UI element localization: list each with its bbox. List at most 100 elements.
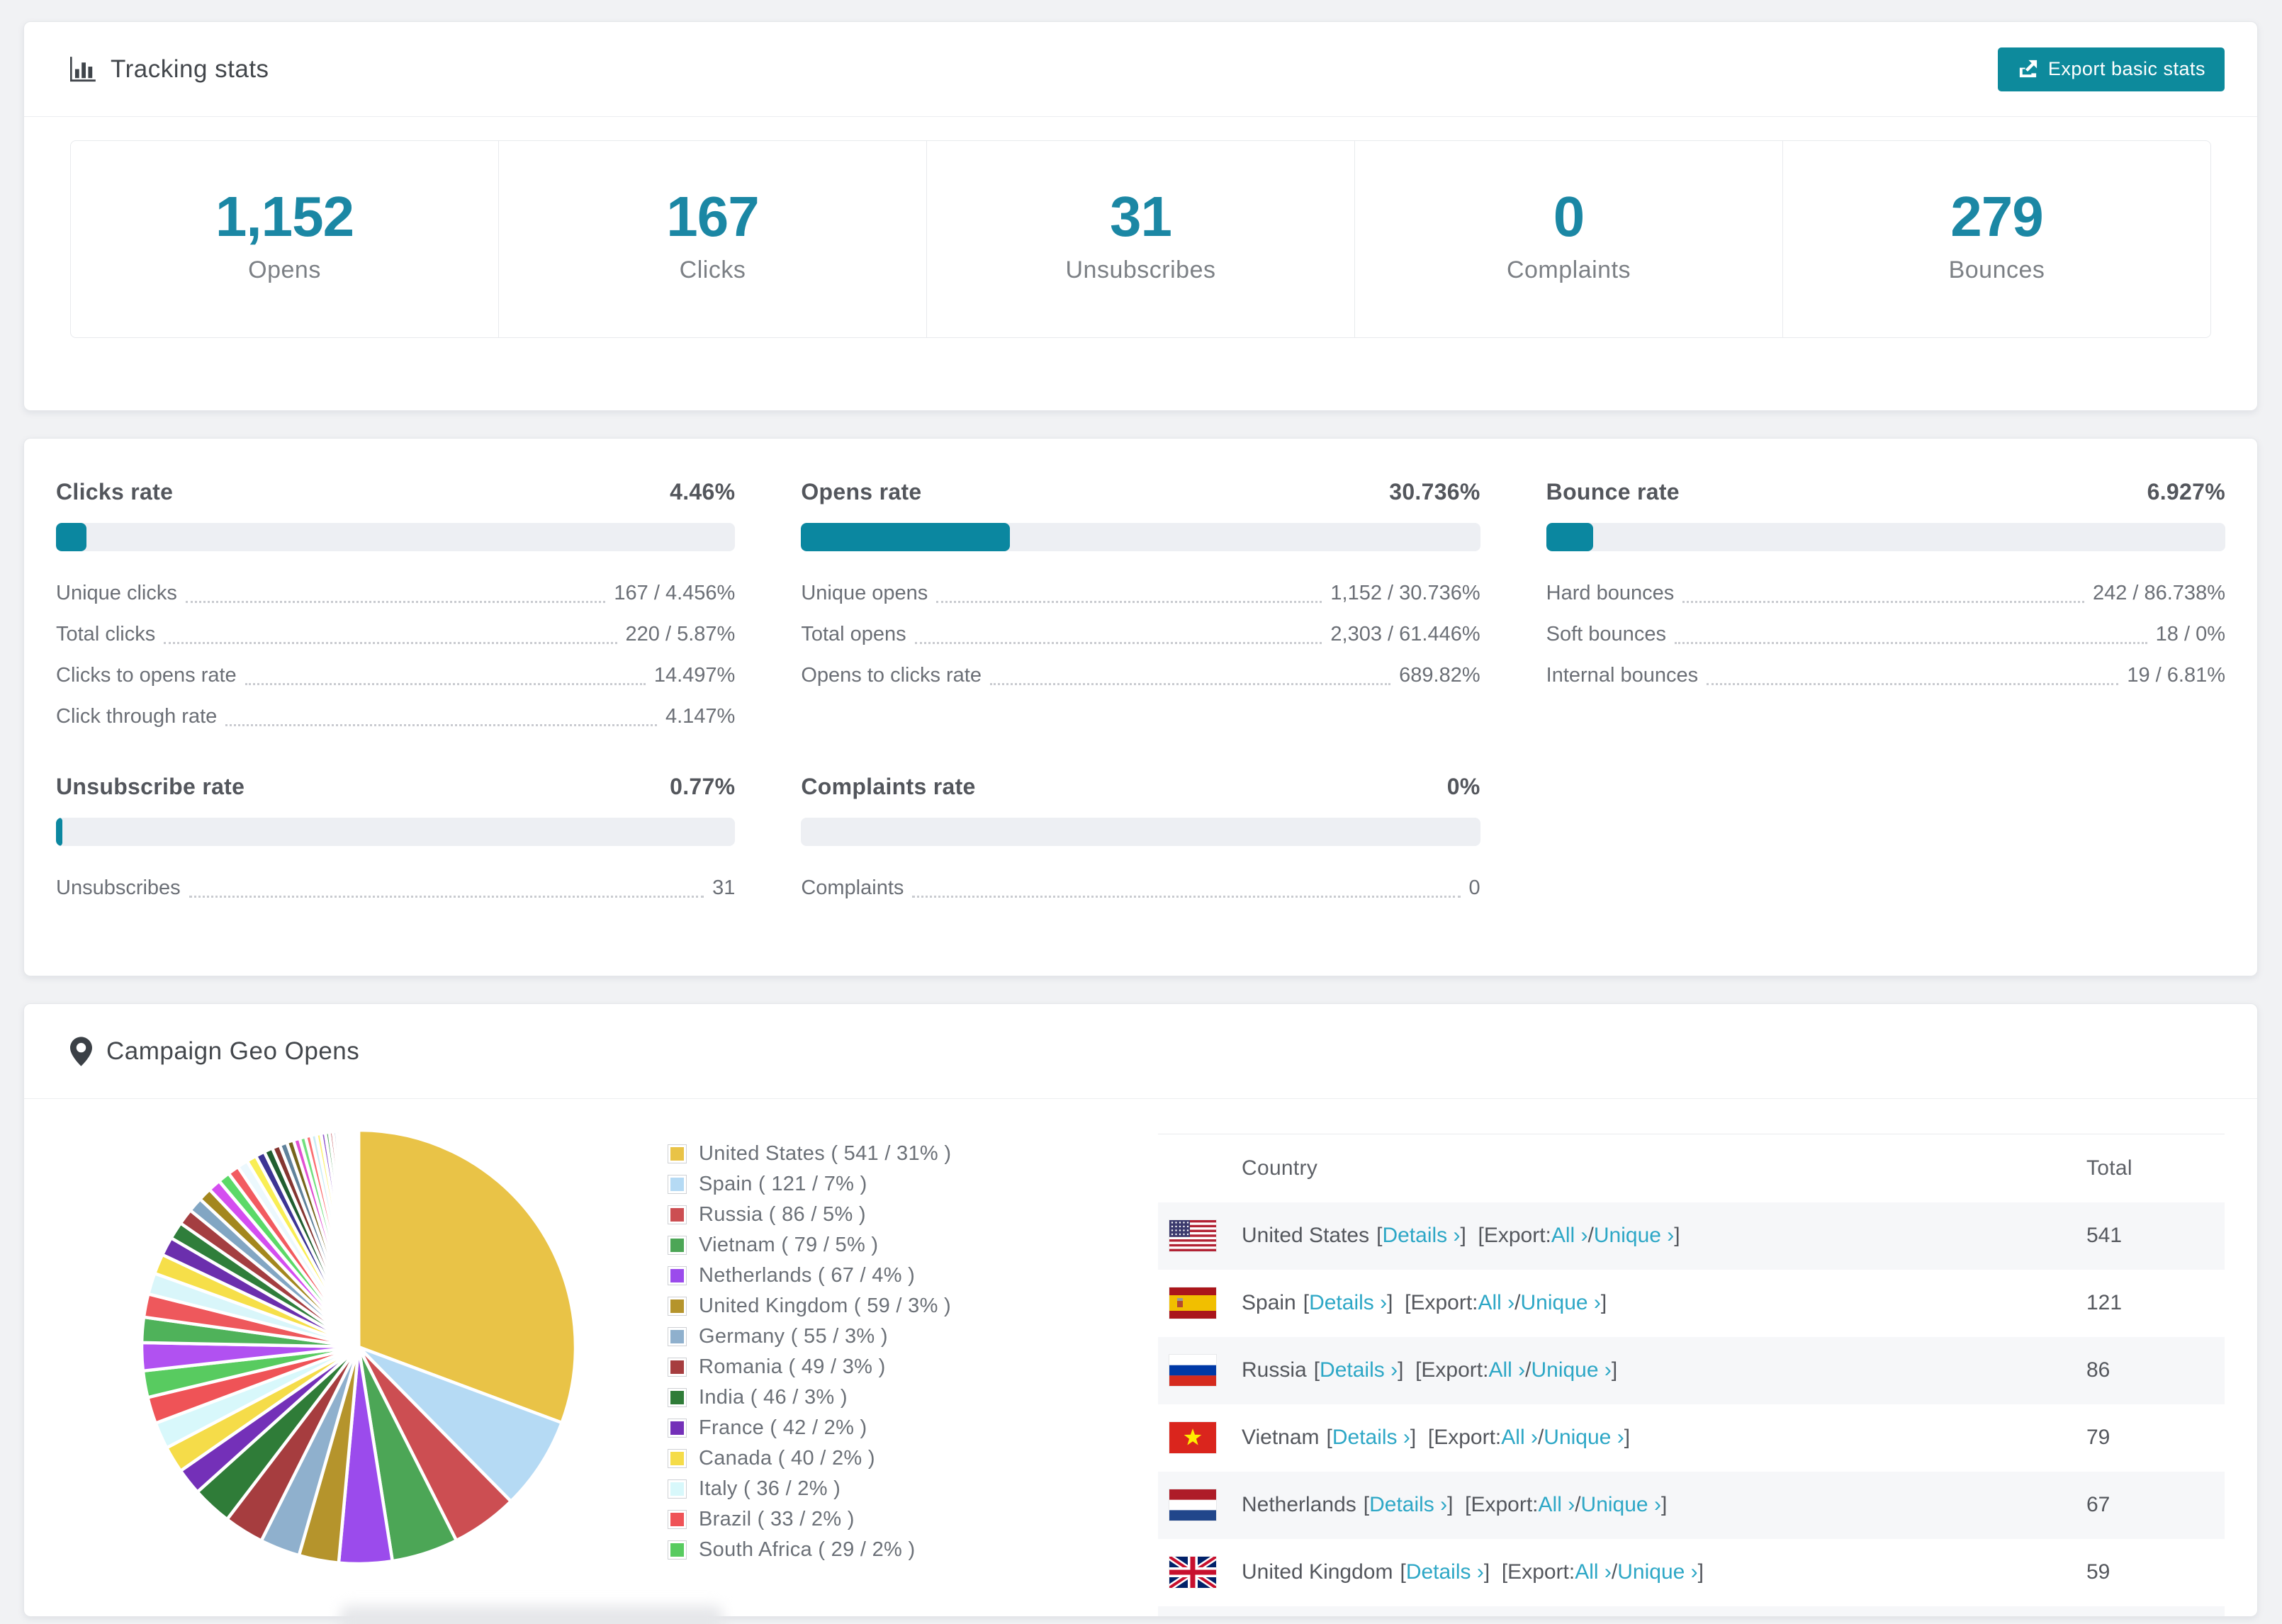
bracket: /	[1575, 1493, 1581, 1516]
dotted-leader	[164, 642, 617, 644]
rate-detail-row: Unique opens 1,152 / 30.736%	[801, 573, 1480, 614]
rate-detail-label: Clicks to opens rate	[56, 664, 237, 687]
bracket: ]	[1611, 1358, 1618, 1382]
rate-detail-label: Unique clicks	[56, 582, 177, 604]
country-flag-us	[1169, 1220, 1216, 1251]
rate-detail-value: 242 / 86.738%	[2092, 582, 2225, 604]
pie-slice[interactable]	[356, 1128, 361, 1348]
rate-detail-row: Clicks to opens rate 14.497%	[56, 655, 735, 696]
rate-detail-label: Unique opens	[801, 582, 928, 604]
bracket: ] [Export:	[1387, 1291, 1478, 1314]
bracket: [	[1376, 1224, 1383, 1247]
total-cell: 67	[2086, 1493, 2110, 1516]
country-cell	[1158, 1606, 2086, 1617]
legend-swatch	[668, 1540, 687, 1560]
export-all-link[interactable]: All ›	[1501, 1426, 1538, 1450]
export-basic-stats-button[interactable]: Export basic stats	[1997, 47, 2225, 91]
export-all-link[interactable]: All ›	[1478, 1291, 1515, 1315]
rate-progress-bar	[1546, 523, 2225, 551]
export-unique-link[interactable]: Unique ›	[1531, 1358, 1611, 1382]
rate-progress-fill	[56, 523, 86, 551]
export-unique-link[interactable]: Unique ›	[1521, 1291, 1601, 1315]
legend-label: India ( 46 / 3% )	[699, 1386, 848, 1409]
rate-title: Unsubscribe rate	[56, 774, 245, 799]
rate-title: Opens rate	[801, 479, 922, 504]
legend-label: Germany ( 55 / 3% )	[699, 1325, 888, 1348]
rate-detail-row: Unsubscribes 31	[56, 867, 735, 908]
bracket: [	[1326, 1426, 1332, 1449]
details-link[interactable]: Details ›	[1332, 1426, 1410, 1450]
export-unique-link[interactable]: Unique ›	[1617, 1560, 1697, 1584]
details-link[interactable]: Details ›	[1406, 1560, 1484, 1584]
export-all-link[interactable]: All ›	[1551, 1224, 1588, 1248]
rate-detail-label: Complaints	[801, 876, 904, 899]
dotted-leader	[185, 601, 606, 603]
legend-swatch	[668, 1419, 687, 1438]
legend-swatch	[668, 1175, 687, 1194]
rate-block-unsubscribe-rate: Unsubscribe rate 0.77% Unsubscribes 31	[56, 772, 736, 908]
legend-item-italy: Italy ( 36 / 2% )	[668, 1474, 951, 1504]
stat-value: 0	[1553, 185, 1585, 248]
geo-pie-chart[interactable]	[139, 1127, 578, 1567]
legend-item-spain: Spain ( 121 / 7% )	[668, 1169, 951, 1200]
export-unique-link[interactable]: Unique ›	[1581, 1493, 1661, 1517]
bracket: ] [Export:	[1483, 1560, 1575, 1584]
bracket: ] [Export:	[1460, 1224, 1551, 1247]
geo-card-title: Campaign Geo Opens	[70, 1036, 359, 1066]
details-link[interactable]: Details ›	[1309, 1291, 1387, 1315]
details-link[interactable]: Details ›	[1320, 1358, 1398, 1382]
legend-item-united-kingdom: United Kingdom ( 59 / 3% )	[668, 1291, 951, 1321]
rate-title: Clicks rate	[56, 479, 174, 504]
legend-swatch	[668, 1297, 687, 1316]
stat-card-bounces: 279 Bounces	[1782, 141, 2210, 337]
dotted-leader	[936, 601, 1322, 603]
bracket: ]	[1624, 1426, 1631, 1449]
rate-progress-fill	[1546, 523, 1594, 551]
country-cell: Vietnam [Details ›] [Export: All › / Uniq…	[1158, 1404, 2086, 1472]
rate-header: Opens rate 30.736%	[801, 478, 1480, 506]
country-cell: Netherlands[Details ›] [Export: All › / …	[1158, 1472, 2086, 1539]
export-unique-link[interactable]: Unique ›	[1594, 1224, 1674, 1248]
rate-detail-value: 19 / 6.81%	[2127, 664, 2225, 687]
bracket: ]	[1674, 1224, 1680, 1247]
legend-item-south-africa: South Africa ( 29 / 2% )	[668, 1535, 951, 1565]
geo-table-header-row: Country Total	[1158, 1134, 2225, 1202]
dotted-leader	[1674, 642, 2147, 644]
details-link[interactable]: Details ›	[1369, 1493, 1447, 1517]
legend-swatch	[668, 1327, 687, 1346]
dotted-leader	[989, 683, 1391, 685]
country-cell: Spain [Details ›] [Export: All › / Unique…	[1158, 1270, 2086, 1337]
total-cell: 59	[2086, 1560, 2110, 1584]
rate-detail-value: 2,303 / 61.446%	[1330, 623, 1480, 645]
rate-header: Clicks rate 4.46%	[56, 478, 735, 506]
bracket: [	[1313, 1358, 1320, 1382]
bracket: /	[1525, 1358, 1531, 1382]
legend-item-romania: Romania ( 49 / 3% )	[668, 1352, 951, 1382]
bracket: ]	[1600, 1291, 1607, 1314]
export-icon	[2017, 58, 2039, 80]
legend-swatch	[668, 1266, 687, 1285]
export-unique-link[interactable]: Unique ›	[1544, 1426, 1624, 1450]
country-name: Spain	[1242, 1291, 1296, 1314]
total-cell	[2086, 1606, 2225, 1617]
column-header-total: Total	[2086, 1156, 2132, 1180]
export-all-link[interactable]: All ›	[1575, 1560, 1612, 1584]
legend-swatch	[668, 1205, 687, 1224]
stat-value: 31	[1110, 185, 1172, 248]
rate-progress-bar	[801, 523, 1480, 551]
country-name: United States	[1242, 1224, 1370, 1247]
details-link[interactable]: Details ›	[1382, 1224, 1460, 1248]
legend-item-netherlands: Netherlands ( 67 / 4% )	[668, 1261, 951, 1291]
rate-detail-row: Total clicks 220 / 5.87%	[56, 614, 735, 655]
rate-value: 0.77%	[670, 774, 736, 799]
export-all-link[interactable]: All ›	[1539, 1493, 1575, 1517]
legend-label: Spain ( 121 / 7% )	[699, 1173, 867, 1195]
total-cell: 541	[2086, 1224, 2123, 1247]
rate-detail-value: 18 / 0%	[2155, 623, 2225, 645]
country-flag-ru	[1169, 1355, 1216, 1386]
rate-value: 4.46%	[670, 479, 736, 504]
geo-pie-legend: United States ( 541 / 31% ) Spain ( 121 /…	[668, 1139, 951, 1616]
export-all-link[interactable]: All ›	[1488, 1358, 1525, 1382]
rate-detail-row: Hard bounces 242 / 86.738%	[1546, 573, 2225, 614]
legend-label: Russia ( 86 / 5% )	[699, 1203, 866, 1226]
